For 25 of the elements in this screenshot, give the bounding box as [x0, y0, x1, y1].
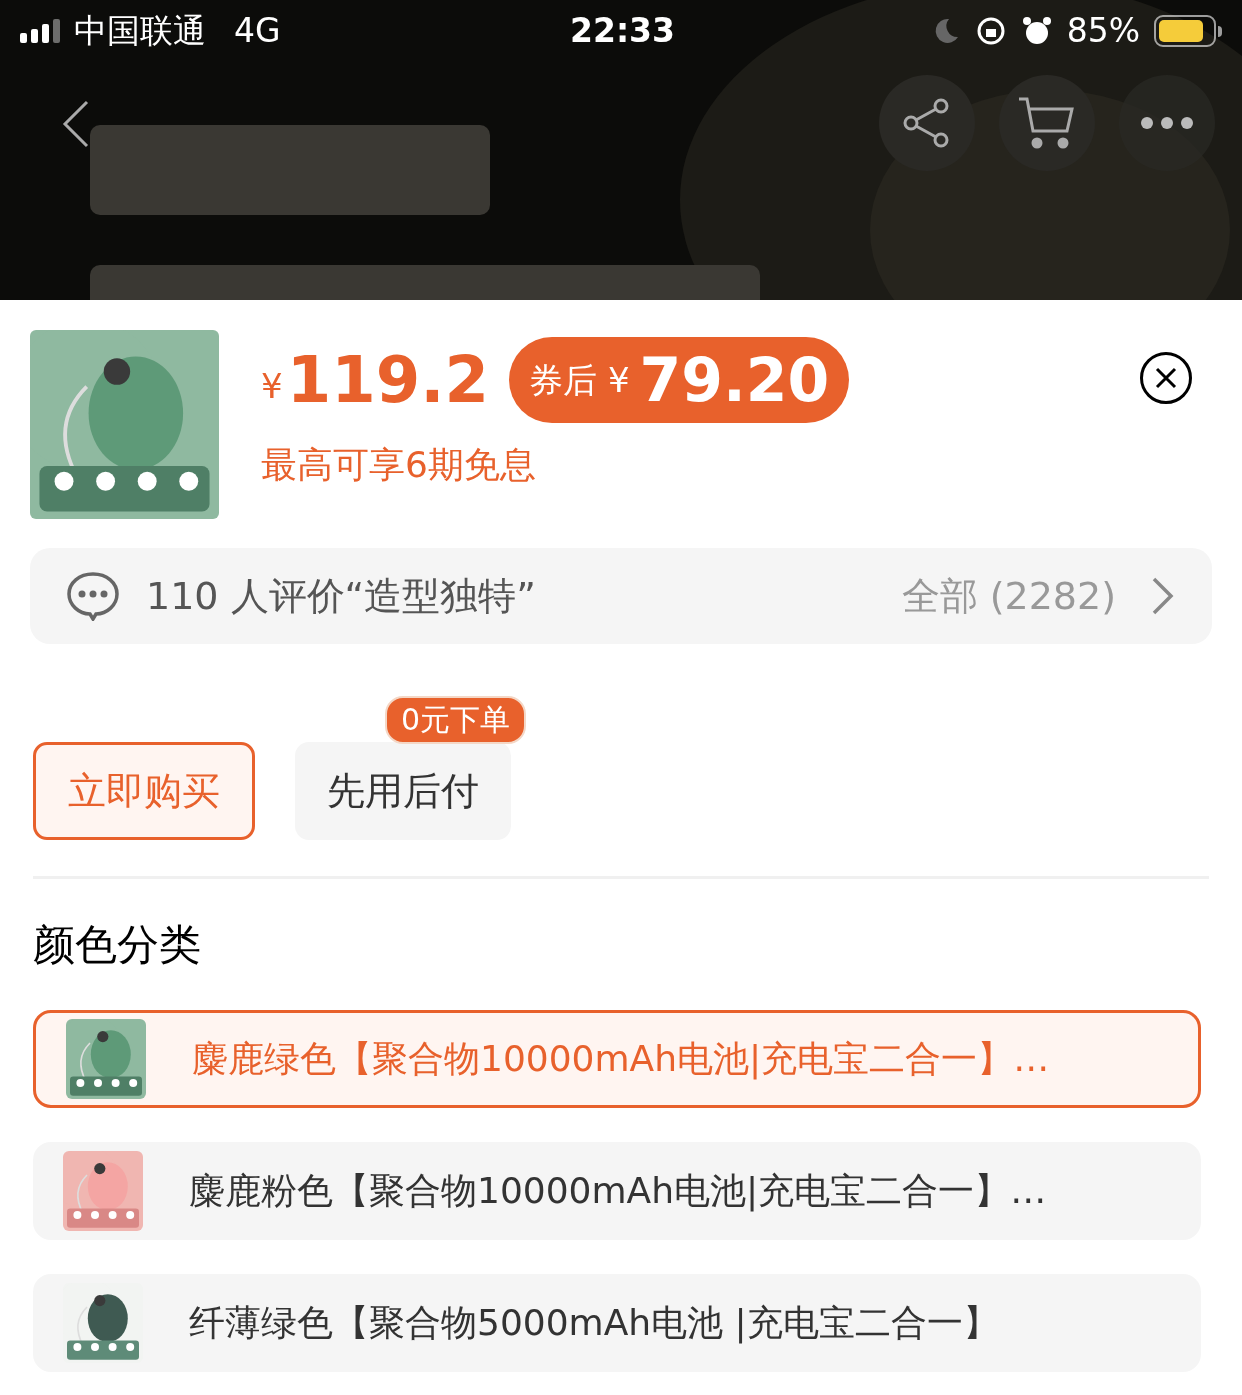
carrier-name: 中国联通 — [74, 10, 206, 53]
back-icon — [61, 99, 91, 149]
close-button[interactable] — [1140, 352, 1192, 404]
cart-icon — [1017, 95, 1077, 151]
product-price: 119.2 — [286, 342, 490, 419]
section-title: 颜色分类 — [32, 919, 202, 971]
signal-icon — [20, 19, 60, 43]
purchase-option[interactable]: 先用后付 — [295, 742, 511, 840]
alarm-icon — [1020, 15, 1053, 47]
color-option[interactable]: 纤薄绿色【聚合物5000mAh电池 |充电宝二合一】 — [33, 1274, 1201, 1372]
offer-badge: 0元下单 — [385, 696, 527, 744]
battery-icon — [1154, 15, 1222, 47]
review-summary: 110 人评价“造型独特” — [146, 572, 536, 620]
review-count: 全部 (2282) — [901, 572, 1116, 620]
installment-text: 最高可享6期免息 — [261, 443, 537, 487]
battery-percent: 85% — [1066, 10, 1140, 53]
chat-icon — [66, 571, 120, 621]
more-icon — [1139, 116, 1195, 130]
currency-symbol: ¥ — [261, 364, 283, 408]
close-icon — [1154, 366, 1178, 390]
clock-time: 22:33 — [570, 10, 676, 53]
reviews-bar[interactable]: 110 人评价“造型独特” 全部 (2282) — [30, 548, 1212, 644]
color-option[interactable]: 麋鹿粉色【聚合物10000mAh电池|充电宝二合一】… — [33, 1142, 1201, 1240]
chevron-right-icon — [1150, 576, 1176, 616]
network-type: 4G — [234, 10, 281, 53]
